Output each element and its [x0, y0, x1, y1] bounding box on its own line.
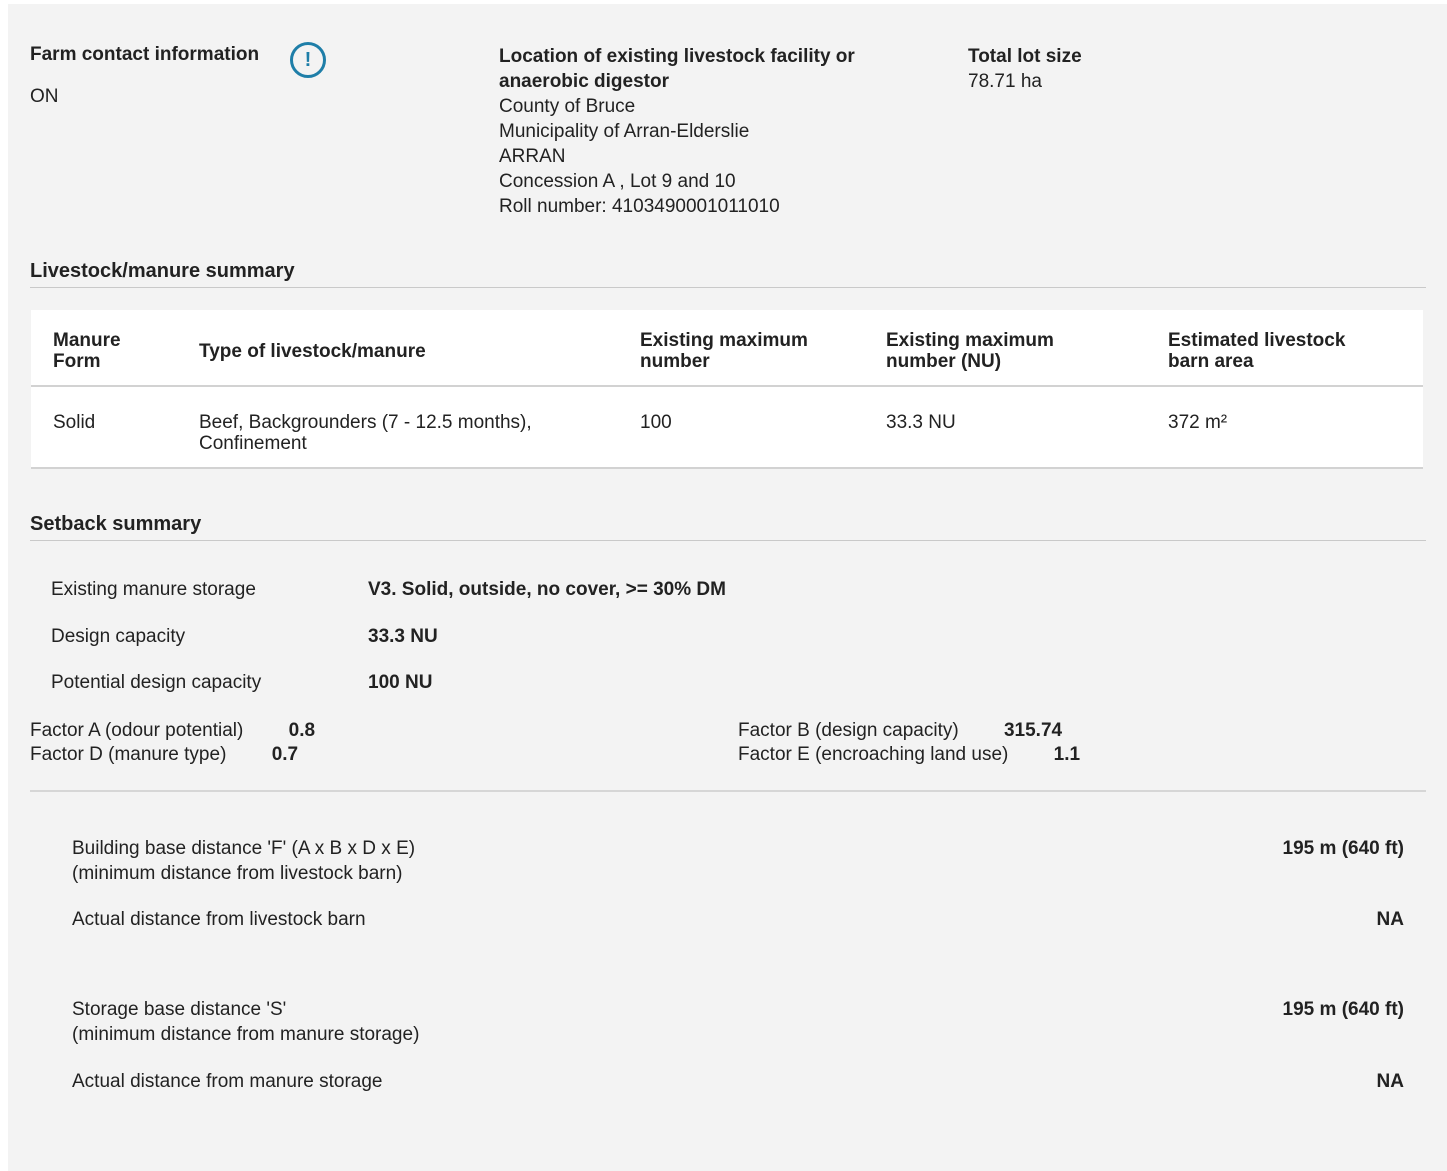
factor-d-value: 0.7 — [271, 744, 299, 765]
header-livestock-type: Type of livestock/manure — [199, 341, 426, 362]
location-roll-number: Roll number: 4103490001011010 — [499, 196, 780, 217]
cell-barn-area: 372 m² — [1168, 412, 1228, 433]
header-existing-max: Existing maximum number — [640, 330, 808, 372]
factor-e-label: Factor E (encroaching land use) — [738, 744, 1009, 765]
location-block: Location of existing livestock facility … — [499, 44, 919, 219]
cell-livestock-type: Beef, Backgrounders (7 - 12.5 months), C… — [199, 412, 532, 454]
cell-existing-max: 100 — [640, 412, 672, 433]
design-capacity-value: 33.3 NU — [368, 626, 438, 647]
lot-size-title: Total lot size — [968, 46, 1082, 67]
building-distance-label: Building base distance 'F' (A x B x D x … — [72, 838, 416, 884]
table-header: Manure Form Type of livestock/manure Exi… — [31, 310, 1423, 387]
factor-a-label: Factor A (odour potential) — [30, 720, 244, 741]
storage-distance-value: 195 m (640 ft) — [1282, 999, 1404, 1020]
factor-b-label: Factor B (design capacity) — [738, 720, 959, 741]
location-title-line2: anaerobic digestor — [499, 71, 669, 92]
setback-summary-title: Setback summary — [30, 513, 1426, 541]
existing-storage-value: V3. Solid, outside, no cover, >= 30% DM — [368, 579, 726, 600]
location-lot: Concession A , Lot 9 and 10 — [499, 171, 736, 192]
livestock-table: Manure Form Type of livestock/manure Exi… — [31, 310, 1423, 469]
contact-province: ON — [30, 86, 59, 107]
location-township: ARRAN — [499, 146, 566, 167]
header-barn-area: Estimated livestock barn area — [1168, 330, 1346, 372]
cell-manure-form: Solid — [53, 412, 96, 433]
lot-size-value: 78.71 ha — [968, 71, 1042, 92]
actual-barn-distance-label: Actual distance from livestock barn — [72, 909, 366, 930]
location-municipality: Municipality of Arran-Elderslie — [499, 121, 750, 142]
actual-barn-distance-value: NA — [1376, 909, 1404, 930]
potential-capacity-label: Potential design capacity — [51, 672, 262, 693]
location-title-line1: Location of existing livestock facility … — [499, 46, 855, 67]
existing-storage-label: Existing manure storage — [51, 579, 256, 600]
factor-b-value: 315.74 — [1003, 720, 1063, 741]
section-divider — [30, 790, 1426, 792]
factor-a: Factor A (odour potential) 0.8 — [30, 719, 315, 743]
livestock-summary-title: Livestock/manure summary — [30, 260, 1426, 288]
lot-size-block: Total lot size 78.71 ha — [968, 44, 1082, 94]
storage-distance-label: Storage base distance 'S' (minimum dista… — [72, 999, 420, 1045]
potential-capacity-value: 100 NU — [368, 672, 433, 693]
factor-e: Factor E (encroaching land use) 1.1 — [738, 743, 1080, 767]
header-existing-max-nu: Existing maximum number (NU) — [886, 330, 1054, 372]
factor-d-label: Factor D (manure type) — [30, 744, 227, 765]
cell-existing-max-nu: 33.3 NU — [886, 412, 956, 433]
factor-d: Factor D (manure type) 0.7 — [30, 743, 298, 767]
building-distance-value: 195 m (640 ft) — [1282, 838, 1404, 859]
report-panel: Farm contact information ! ON Location o… — [8, 4, 1447, 1171]
farm-contact-title: Farm contact information — [30, 44, 260, 65]
location-county: County of Bruce — [499, 96, 636, 117]
actual-storage-distance-label: Actual distance from manure storage — [72, 1071, 383, 1092]
factor-e-value: 1.1 — [1053, 744, 1081, 765]
factor-a-value: 0.8 — [288, 720, 316, 741]
factor-b: Factor B (design capacity) 315.74 — [738, 719, 1062, 743]
header-manure-form: Manure Form — [53, 330, 121, 372]
exclamation-circle-icon[interactable]: ! — [290, 42, 326, 78]
actual-storage-distance-value: NA — [1376, 1071, 1404, 1092]
design-capacity-label: Design capacity — [51, 626, 186, 647]
